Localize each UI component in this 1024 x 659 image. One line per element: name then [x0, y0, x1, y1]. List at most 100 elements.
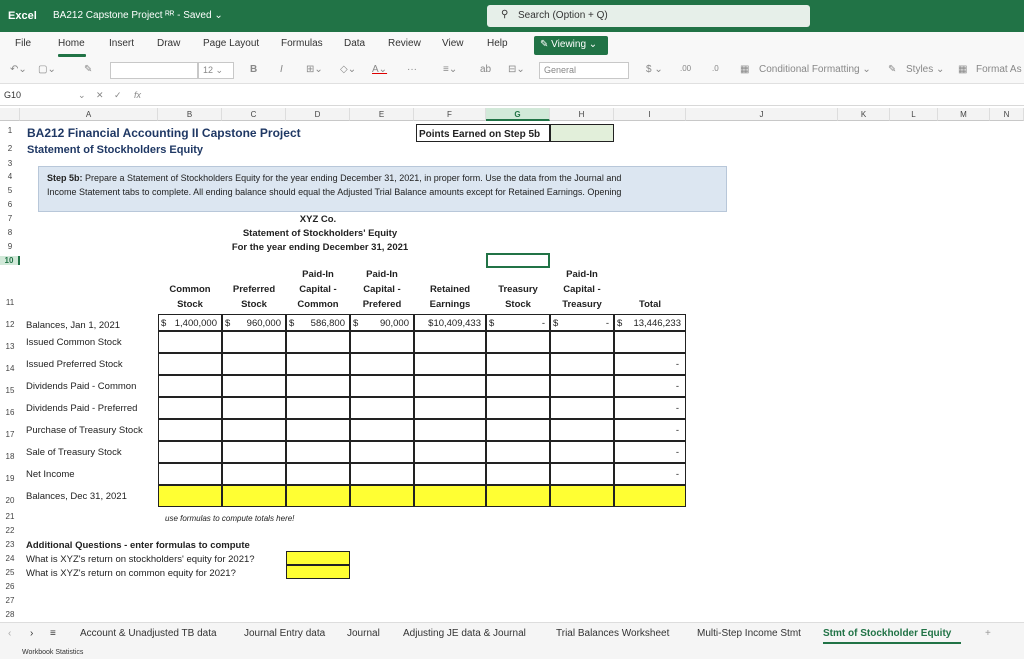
align-icon[interactable]: ≡⌄ [443, 64, 457, 75]
row-header[interactable]: 19 [0, 474, 20, 483]
table-cell[interactable] [222, 397, 286, 419]
next-sheet-icon[interactable]: › [30, 628, 33, 639]
table-cell[interactable]: $ - [550, 314, 614, 331]
menu-page-layout[interactable]: Page Layout [203, 38, 259, 49]
table-cell[interactable] [286, 397, 350, 419]
table-cell[interactable]: - [614, 375, 686, 397]
col-header-c[interactable]: C [222, 108, 286, 121]
table-cell[interactable]: - [614, 441, 686, 463]
table-cell[interactable]: $ - [486, 314, 550, 331]
table-cell[interactable] [350, 331, 414, 353]
row-header[interactable]: 3 [0, 159, 20, 168]
fill-color-icon[interactable]: ◇⌄ [340, 64, 356, 75]
row-header[interactable]: 12 [0, 320, 20, 329]
table-cell[interactable] [550, 353, 614, 375]
fx-icon[interactable]: fx [134, 90, 141, 100]
col-header-i[interactable]: I [614, 108, 686, 121]
table-cell[interactable] [286, 463, 350, 485]
table-cell[interactable] [222, 419, 286, 441]
table-cell[interactable]: $960,000 [222, 314, 286, 331]
row-header[interactable]: 1 [0, 126, 20, 135]
table-cell[interactable] [286, 485, 350, 507]
selected-cell-g10[interactable] [486, 253, 550, 268]
workbook-statistics[interactable]: Workbook Statistics [22, 649, 83, 656]
table-cell[interactable] [414, 485, 486, 507]
row-header[interactable]: 10 [0, 256, 20, 265]
table-cell[interactable] [486, 331, 550, 353]
col-header-l[interactable]: L [890, 108, 938, 121]
table-cell[interactable] [486, 419, 550, 441]
clipboard-icon[interactable]: ▢⌄ [38, 64, 56, 75]
namebox-dropdown-icon[interactable]: ⌄ [78, 90, 86, 101]
col-header-d[interactable]: D [286, 108, 350, 121]
col-header-a[interactable]: A [20, 108, 158, 121]
viewing-mode-button[interactable]: ✎ Viewing ⌄ [534, 36, 608, 55]
row-header[interactable]: 11 [0, 298, 20, 307]
row-header[interactable]: 28 [0, 610, 20, 619]
table-cell[interactable]: - [614, 419, 686, 441]
table-cell[interactable] [414, 375, 486, 397]
currency-icon[interactable]: $ ⌄ [646, 64, 663, 75]
tab-stockholder-equity[interactable]: Stmt of Stockholder Equity [823, 628, 951, 639]
table-cell[interactable] [222, 463, 286, 485]
font-size-box[interactable]: 12 ⌄ [198, 62, 234, 79]
row-header[interactable]: 20 [0, 496, 20, 505]
name-box[interactable]: G10 [4, 90, 21, 100]
row-header[interactable]: 9 [0, 242, 20, 251]
row-header[interactable]: 13 [0, 342, 20, 351]
enter-icon[interactable]: ✓ [114, 90, 122, 101]
menu-help[interactable]: Help [487, 38, 508, 49]
table-cell[interactable] [350, 485, 414, 507]
search-box[interactable]: ⚲ Search (Option + Q) [487, 5, 810, 27]
col-header-b[interactable]: B [158, 108, 222, 121]
table-cell[interactable] [286, 353, 350, 375]
styles-icon[interactable]: ✎ [888, 64, 896, 75]
font-name-box[interactable] [110, 62, 198, 79]
col-header-k[interactable]: K [838, 108, 890, 121]
table-cell[interactable] [414, 331, 486, 353]
table-cell[interactable] [286, 375, 350, 397]
conditional-formatting-button[interactable]: Conditional Formatting ⌄ [759, 64, 871, 75]
tab-income-stmt[interactable]: Multi-Step Income Stmt [697, 628, 801, 639]
menu-home[interactable]: Home [58, 38, 85, 49]
table-cell[interactable] [550, 463, 614, 485]
row-header[interactable]: 15 [0, 386, 20, 395]
points-cell[interactable] [550, 124, 614, 142]
table-cell[interactable] [414, 419, 486, 441]
col-header-m[interactable]: M [938, 108, 990, 121]
format-as-table-icon[interactable]: ▦ [958, 64, 967, 75]
row-header[interactable]: 25 [0, 568, 20, 577]
table-cell[interactable] [550, 419, 614, 441]
table-cell[interactable] [414, 441, 486, 463]
borders-icon[interactable]: ⊞⌄ [306, 64, 323, 75]
table-cell[interactable]: - [614, 353, 686, 375]
decrease-decimal-icon[interactable]: .0 [712, 64, 719, 73]
table-cell[interactable] [486, 463, 550, 485]
table-cell[interactable] [158, 463, 222, 485]
tab-trial-balances[interactable]: Trial Balances Worksheet [556, 628, 669, 639]
more-icon[interactable]: ··· [407, 64, 417, 75]
bold-icon[interactable]: B [250, 64, 257, 75]
table-cell[interactable] [222, 441, 286, 463]
table-cell[interactable] [550, 331, 614, 353]
answer-2-cell[interactable] [286, 565, 350, 579]
row-header[interactable]: 22 [0, 526, 20, 535]
styles-button[interactable]: Styles ⌄ [906, 64, 944, 75]
table-cell[interactable] [614, 485, 686, 507]
menu-insert[interactable]: Insert [109, 38, 134, 49]
menu-review[interactable]: Review [388, 38, 421, 49]
prev-sheet-icon[interactable]: ‹ [8, 628, 11, 639]
table-cell[interactable] [414, 397, 486, 419]
col-header-f[interactable]: F [414, 108, 486, 121]
table-cell[interactable] [350, 441, 414, 463]
col-header-g[interactable]: G [486, 108, 550, 121]
undo-icon[interactable]: ↶⌄ [10, 64, 27, 75]
tab-account-unadjusted[interactable]: Account & Unadjusted TB data [80, 628, 217, 639]
row-header[interactable]: 14 [0, 364, 20, 373]
table-cell[interactable] [158, 419, 222, 441]
tab-journal-entry-data[interactable]: Journal Entry data [244, 628, 325, 639]
table-cell[interactable] [222, 331, 286, 353]
col-header-n[interactable]: N [990, 108, 1024, 121]
merge-icon[interactable]: ⊟⌄ [508, 64, 525, 75]
table-cell[interactable] [286, 441, 350, 463]
